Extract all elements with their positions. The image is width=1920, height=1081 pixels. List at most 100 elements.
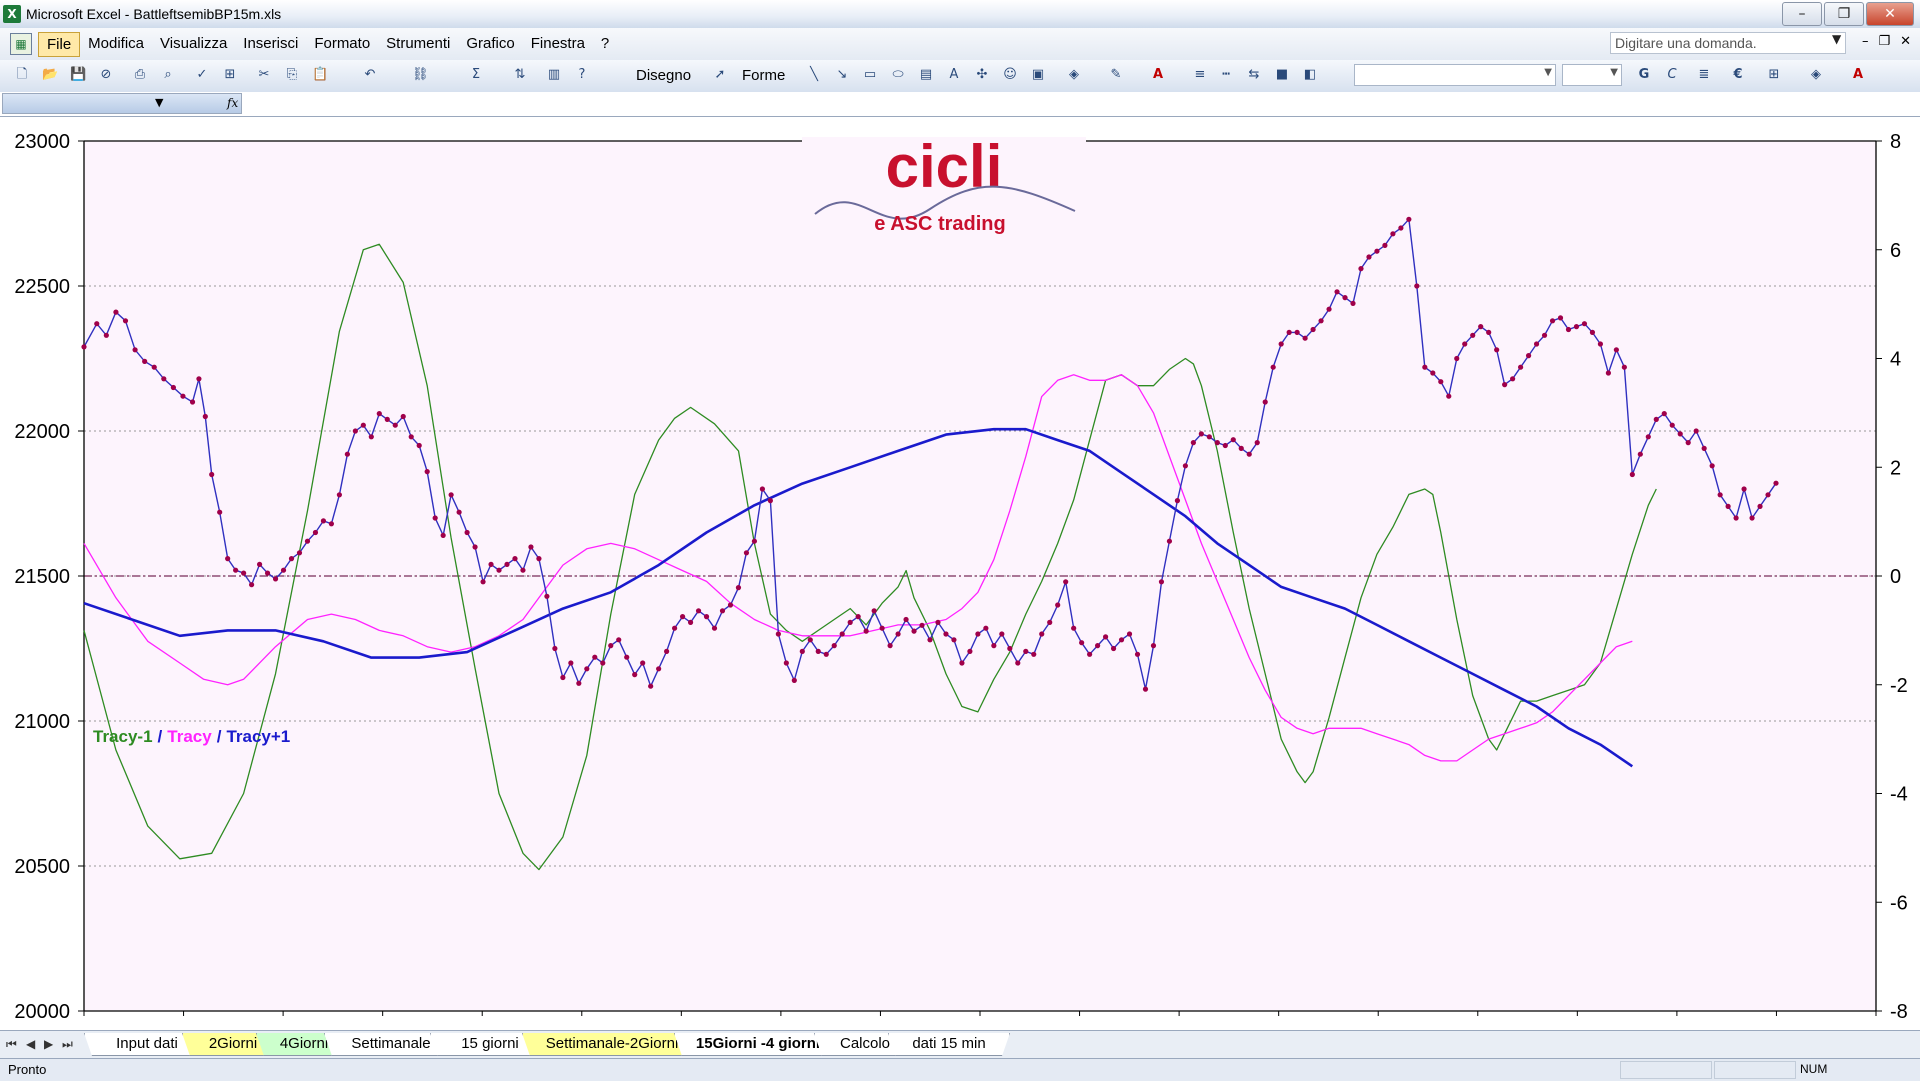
- menu-item-modifica[interactable]: Modifica: [80, 32, 152, 57]
- dash-style-icon[interactable]: ┅: [1218, 67, 1234, 83]
- price-point: [1182, 463, 1188, 469]
- price-point: [1246, 451, 1252, 457]
- paste-icon[interactable]: 📋: [312, 67, 328, 83]
- print-preview-icon[interactable]: ⌕: [160, 67, 176, 83]
- wordart-icon[interactable]: A: [946, 67, 962, 83]
- price-point: [217, 509, 223, 515]
- workbook-icon[interactable]: ▦: [10, 33, 32, 55]
- price-point: [1406, 216, 1412, 222]
- permission-icon[interactable]: ⊘: [98, 67, 114, 83]
- menu-item-strumenti[interactable]: Strumenti: [378, 32, 458, 57]
- chart-wizard-icon[interactable]: ▥: [546, 67, 562, 83]
- cut-icon[interactable]: ✂: [256, 67, 272, 83]
- price-point: [288, 556, 295, 562]
- y-tick-label-right: 6: [1890, 240, 1901, 262]
- italic-button[interactable]: C: [1664, 67, 1680, 83]
- doc-restore-icon[interactable]: ❐: [1879, 34, 1891, 49]
- menu-item-finestra[interactable]: Finestra: [523, 32, 593, 57]
- hyperlink-icon[interactable]: ⛓: [412, 67, 429, 83]
- diagram-icon[interactable]: ✣: [974, 67, 990, 83]
- prev-sheet-icon[interactable]: ◀: [26, 1037, 35, 1051]
- line-icon[interactable]: ╲: [806, 67, 822, 83]
- price-point: [927, 637, 933, 643]
- sheet-tab[interactable]: dati 15 min: [888, 1033, 1010, 1056]
- menu-item-file[interactable]: File: [38, 32, 81, 57]
- picture-icon[interactable]: ▣: [1030, 67, 1046, 83]
- font-color-icon[interactable]: A: [1150, 67, 1166, 83]
- help-icon[interactable]: ?: [574, 67, 590, 83]
- function-icon[interactable]: fx: [227, 96, 238, 110]
- price-point: [1565, 326, 1572, 333]
- 3d-icon[interactable]: ◧: [1302, 67, 1318, 83]
- price-point: [320, 518, 327, 524]
- doc-close-icon[interactable]: ✕: [1900, 34, 1911, 49]
- autosum-icon[interactable]: Σ: [468, 67, 484, 83]
- first-sheet-icon[interactable]: ⏮: [6, 1037, 17, 1052]
- line-color-icon[interactable]: ✎: [1108, 67, 1124, 83]
- price-point: [999, 631, 1005, 637]
- euro-button[interactable]: €: [1730, 67, 1746, 83]
- price-point: [1398, 225, 1404, 231]
- window-controls: – ❐ ✕: [1780, 2, 1914, 26]
- rectangle-icon[interactable]: ▭: [862, 67, 878, 83]
- sort-icon[interactable]: ⇅: [512, 67, 528, 83]
- font-size-combo[interactable]: ▼: [1562, 64, 1622, 86]
- minimize-icon[interactable]: –: [1782, 2, 1822, 26]
- draw-menu[interactable]: Disegno: [636, 67, 691, 84]
- open-folder-icon[interactable]: 📂: [42, 67, 58, 83]
- select-arrow-icon[interactable]: ➚: [712, 67, 728, 83]
- menu-item-grafico[interactable]: Grafico: [458, 32, 522, 57]
- price-point: [344, 451, 350, 457]
- price-point: [1693, 428, 1699, 434]
- line-style-icon[interactable]: ≡: [1192, 67, 1208, 83]
- restore-icon[interactable]: ❐: [1824, 2, 1864, 26]
- price-point: [1342, 295, 1348, 301]
- price-point: [1071, 625, 1077, 631]
- chevron-down-icon[interactable]: ▼: [1832, 32, 1841, 46]
- clipart-icon[interactable]: ☺: [1002, 67, 1018, 83]
- legend-item-tracy-minus-1: Tracy-1: [93, 727, 153, 746]
- shadow-icon[interactable]: ■: [1274, 67, 1290, 83]
- borders-icon[interactable]: ⊞: [1766, 67, 1782, 83]
- undo-icon[interactable]: ↶: [362, 67, 378, 83]
- arrow-icon[interactable]: ↘: [834, 67, 850, 83]
- price-point: [695, 608, 702, 614]
- copy-icon[interactable]: ⎘: [284, 67, 300, 83]
- fill-bucket-icon[interactable]: ◈: [1808, 67, 1824, 83]
- excel-icon[interactable]: X: [3, 5, 21, 23]
- font-color-2-icon[interactable]: A: [1850, 67, 1866, 83]
- font-name-combo[interactable]: ▼: [1354, 64, 1556, 86]
- arrow-style-icon[interactable]: ⇆: [1246, 67, 1262, 83]
- align-icon[interactable]: ≣: [1696, 67, 1712, 83]
- new-icon[interactable]: 🗋: [14, 67, 30, 83]
- price-point: [775, 631, 781, 637]
- oval-icon[interactable]: ⬭: [890, 67, 906, 83]
- price-point: [352, 428, 358, 434]
- chart-object-box[interactable]: ▼ fx: [2, 93, 242, 114]
- sheet-tab[interactable]: Settimanale-2Giorni: [522, 1033, 702, 1056]
- print-icon[interactable]: ⎙: [132, 67, 148, 83]
- price-point: [1462, 341, 1468, 347]
- menu-item-help[interactable]: ?: [593, 32, 617, 57]
- shapes-menu[interactable]: Forme: [742, 67, 785, 84]
- chevron-down-icon[interactable]: ▼: [155, 96, 163, 109]
- next-sheet-icon[interactable]: ▶: [44, 1037, 53, 1051]
- price-point: [943, 631, 949, 637]
- price-point: [664, 648, 670, 655]
- doc-minimize-icon[interactable]: –: [1862, 34, 1869, 49]
- last-sheet-icon[interactable]: ⏭: [62, 1037, 73, 1052]
- menu-item-inserisci[interactable]: Inserisci: [235, 32, 306, 57]
- chart-area[interactable]: 20000 20500 21000 21500 22000 22500 23000 -8 -6…: [0, 117, 1920, 1029]
- close-icon[interactable]: ✕: [1866, 2, 1914, 26]
- save-icon[interactable]: 💾: [70, 67, 86, 83]
- ask-question-input[interactable]: Digitare una domanda.: [1610, 32, 1846, 54]
- research-icon[interactable]: ⊞: [222, 67, 238, 83]
- fill-color-icon[interactable]: ◈: [1066, 67, 1082, 83]
- spelling-icon[interactable]: ✓: [194, 67, 210, 83]
- bold-button[interactable]: G: [1636, 67, 1652, 83]
- price-point: [1653, 416, 1659, 422]
- legend-separator: /: [158, 727, 163, 746]
- menu-item-visualizza[interactable]: Visualizza: [152, 32, 235, 57]
- menu-item-formato[interactable]: Formato: [306, 32, 378, 57]
- textbox-icon[interactable]: ▤: [918, 67, 934, 83]
